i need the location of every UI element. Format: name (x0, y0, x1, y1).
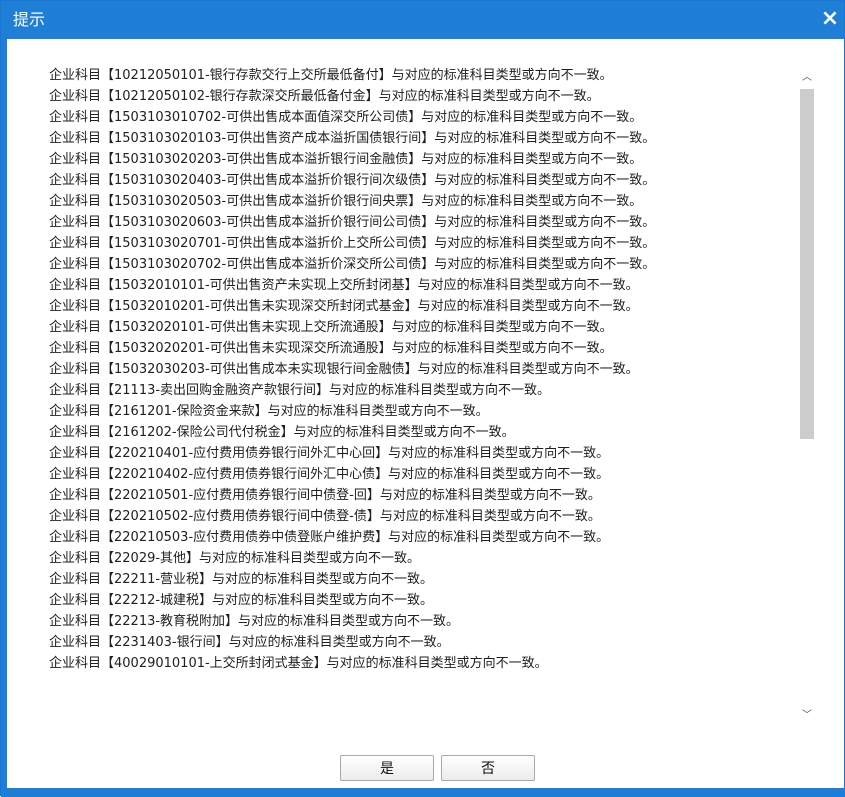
message-line: 企业科目【1503103020701-可供出售成本溢折价上交所公司债】与对应的标… (49, 236, 656, 251)
message-line: 企业科目【22211-营业税】与对应的标准科目类型或方向不一致。 (49, 572, 434, 587)
message-line: 企业科目【220210402-应付费用债券银行间外汇中心债】与对应的标准科目类型… (49, 467, 610, 482)
message-line: 企业科目【1503103020603-可供出售成本溢折价银行间公司债】与对应的标… (49, 215, 656, 230)
prompt-dialog: 提示 × 企业科目【10212050101-银行存款交行上交所最低备付】与对应的… (0, 0, 845, 797)
message-line: 企业科目【1503103020203-可供出售成本溢折银行间金融债】与对应的标准… (49, 152, 643, 167)
message-line: 企业科目【22212-城建税】与对应的标准科目类型或方向不一致。 (49, 593, 434, 608)
message-line: 企业科目【1503103010702-可供出售成本面值深交所公司债】与对应的标准… (49, 110, 643, 125)
yes-button[interactable]: 是 (340, 755, 434, 781)
message-line: 企业科目【2231403-银行间】与对应的标准科目类型或方向不一致。 (49, 635, 450, 650)
message-line: 企业科目【2161201-保险资金来款】与对应的标准科目类型或方向不一致。 (49, 404, 489, 419)
message-line: 企业科目【1503103020503-可供出售成本溢折价银行间央票】与对应的标准… (49, 194, 643, 209)
message-line: 企业科目【10212050102-银行存款深交所最低备付金】与对应的标准科目类型… (49, 89, 600, 104)
message-line: 企业科目【22029-其他】与对应的标准科目类型或方向不一致。 (49, 551, 421, 566)
message-line: 企业科目【1503103020403-可供出售成本溢折价银行间次级债】与对应的标… (49, 173, 656, 188)
message-line: 企业科目【2161202-保险公司代付税金】与对应的标准科目类型或方向不一致。 (49, 425, 515, 440)
message-list: 企业科目【10212050101-银行存款交行上交所最低备付】与对应的标准科目类… (23, 65, 813, 725)
message-line: 企业科目【1503103020702-可供出售成本溢折价深交所公司债】与对应的标… (49, 257, 656, 272)
vertical-scrollbar[interactable]: ︿ ﹀ (798, 65, 816, 725)
message-line: 企业科目【220210501-应付费用债券银行间中债登-回】与对应的标准科目类型… (49, 488, 601, 503)
close-icon[interactable]: × (818, 7, 842, 31)
dialog-left-border (1, 39, 7, 797)
dialog-title: 提示 (13, 10, 46, 29)
message-line: 企业科目【220210401-应付费用债券银行间外汇中心回】与对应的标准科目类型… (49, 446, 610, 461)
no-button[interactable]: 否 (441, 755, 535, 781)
message-line: 企业科目【15032010101-可供出售资产未实现上交所封闭基】与对应的标准科… (49, 278, 639, 293)
message-line: 企业科目【10212050101-银行存款交行上交所最低备付】与对应的标准科目类… (49, 68, 613, 83)
message-line: 企业科目【22213-教育税附加】与对应的标准科目类型或方向不一致。 (49, 614, 460, 629)
dialog-titlebar: 提示 × (1, 1, 844, 39)
message-line: 企业科目【220210502-应付费用债券银行间中债登-债】与对应的标准科目类型… (49, 509, 601, 524)
message-line: 企业科目【15032030203-可供出售成本未实现银行间金融债】与对应的标准科… (49, 362, 639, 377)
message-line: 企业科目【220210503-应付费用债券中债登账户维护费】与对应的标准科目类型… (49, 530, 610, 545)
message-line: 企业科目【15032020201-可供出售未实现深交所流通股】与对应的标准科目类… (49, 341, 613, 356)
message-line: 企业科目【15032020101-可供出售未实现上交所流通股】与对应的标准科目类… (49, 320, 613, 335)
message-line: 企业科目【1503103020103-可供出售资产成本溢折国债银行间】与对应的标… (49, 131, 656, 146)
message-line: 企业科目【15032010201-可供出售未实现深交所封闭式基金】与对应的标准科… (49, 299, 639, 314)
message-line: 企业科目【21113-卖出回购金融资产款银行间】与对应的标准科目类型或方向不一致… (49, 383, 551, 398)
message-line: 企业科目【40029010101-上交所封闭式基金】与对应的标准科目类型或方向不… (49, 656, 548, 671)
scroll-down-icon[interactable]: ﹀ (798, 707, 816, 725)
scroll-thumb[interactable] (800, 89, 814, 439)
scroll-up-icon[interactable]: ︿ (798, 69, 816, 87)
